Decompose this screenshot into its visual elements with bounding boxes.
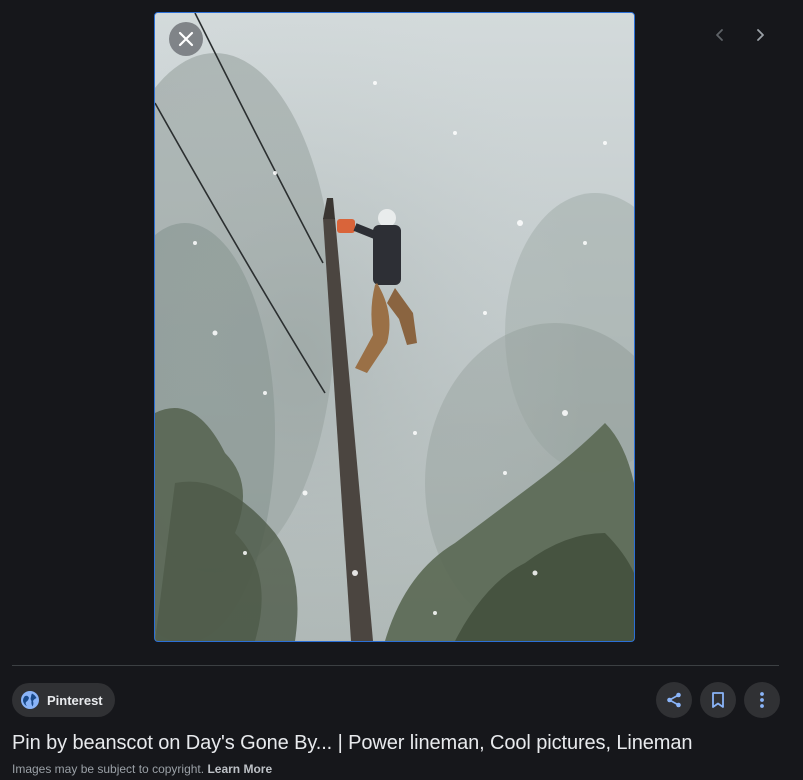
lineman-photo bbox=[155, 13, 634, 641]
image-viewer-panel: Pinterest Pin by beanscot on Day's Gone … bbox=[0, 0, 803, 780]
image-title[interactable]: Pin by beanscot on Day's Gone By... | Po… bbox=[12, 732, 692, 755]
source-name: Pinterest bbox=[47, 692, 103, 708]
preview-image[interactable] bbox=[154, 12, 635, 642]
save-button[interactable] bbox=[700, 682, 736, 718]
source-chip-pinterest[interactable]: Pinterest bbox=[12, 683, 115, 717]
more-vert-icon bbox=[760, 692, 764, 708]
globe-icon bbox=[20, 690, 40, 710]
learn-more-link[interactable]: Learn More bbox=[207, 762, 272, 776]
copyright-notice: Images may be subject to copyright. Lear… bbox=[12, 762, 272, 776]
share-icon bbox=[667, 692, 681, 708]
copyright-text: Images may be subject to copyright. bbox=[12, 762, 205, 776]
bookmark-icon bbox=[712, 692, 724, 708]
chevron-right-icon bbox=[757, 29, 764, 41]
chevron-left-icon bbox=[716, 29, 723, 41]
share-button[interactable] bbox=[656, 682, 692, 718]
previous-image-button[interactable] bbox=[707, 22, 733, 48]
divider bbox=[12, 665, 779, 666]
close-button[interactable] bbox=[169, 22, 203, 56]
more-options-button[interactable] bbox=[744, 682, 780, 718]
next-image-button[interactable] bbox=[747, 22, 773, 48]
close-icon bbox=[178, 31, 194, 47]
